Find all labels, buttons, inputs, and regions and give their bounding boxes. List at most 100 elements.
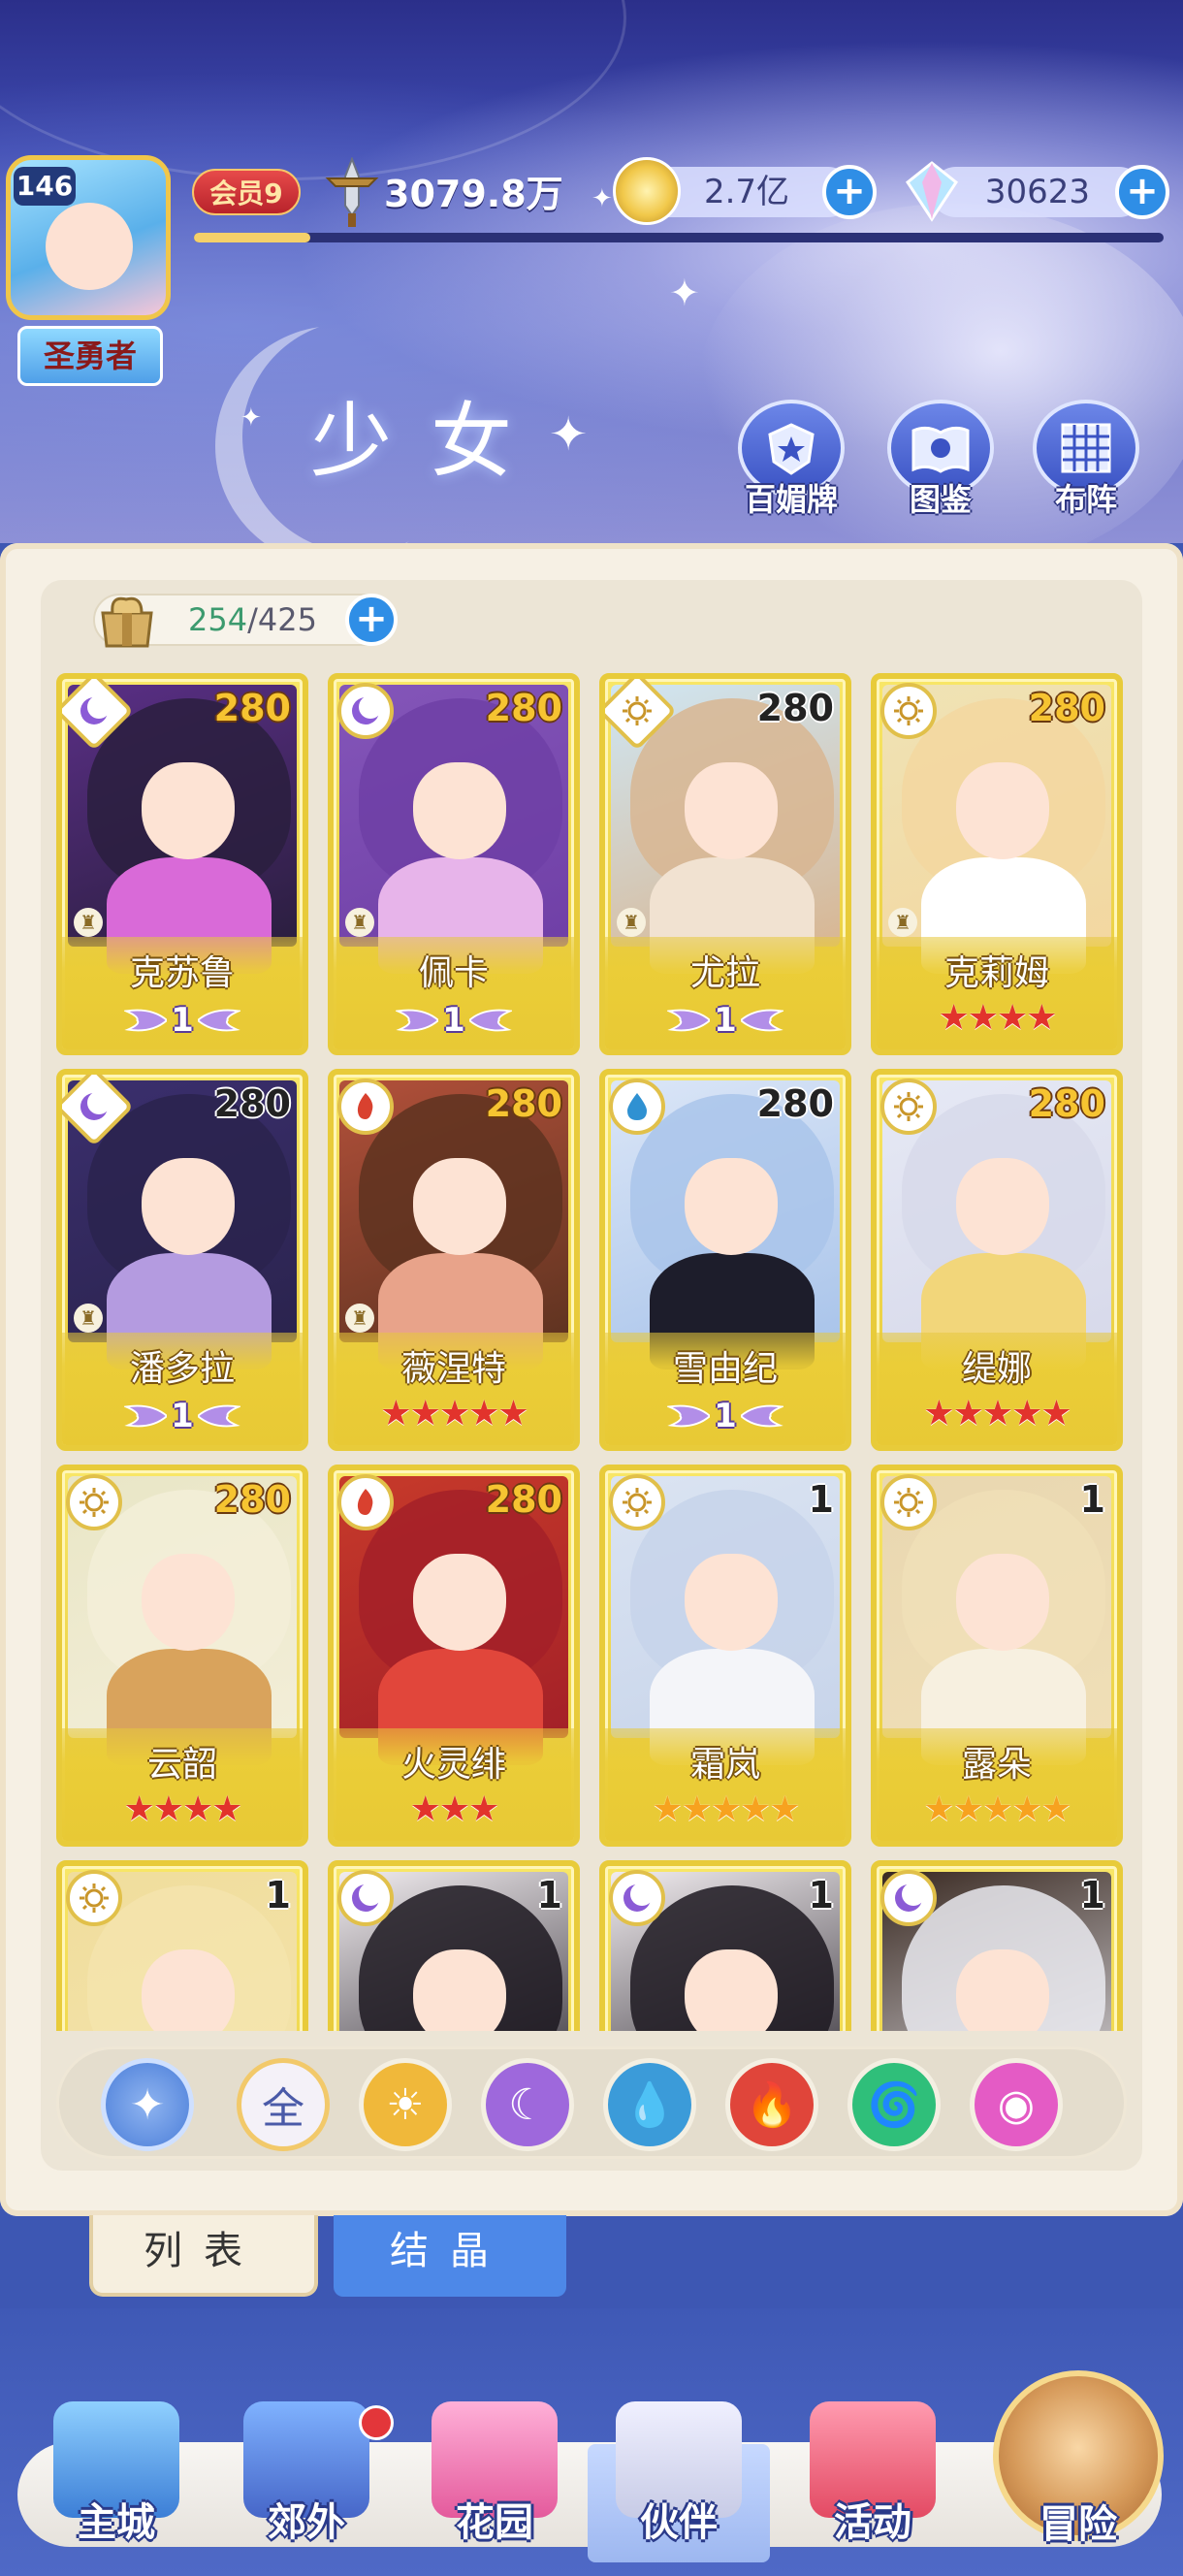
- filter-sun-button[interactable]: ☀: [359, 2058, 452, 2151]
- partner-card[interactable]: 280 缇娜 ★★★★★: [871, 1069, 1123, 1451]
- partner-card[interactable]: 280 ♜ 薇涅特 ★★★★★: [328, 1069, 580, 1451]
- nav-portal[interactable]: 郊外: [219, 2401, 394, 2557]
- avatar-face: [46, 203, 133, 290]
- partner-card[interactable]: 280 ♜ 克莉姆 ★★★★: [871, 673, 1123, 1055]
- filter-fire-button[interactable]: 🔥: [725, 2058, 818, 2151]
- portrait-face: [142, 1554, 235, 1651]
- player-title-badge[interactable]: 圣勇者: [17, 326, 163, 386]
- star-icon: ★: [952, 1789, 984, 1829]
- partner-card[interactable]: 1 露朵 ★★★★★: [871, 1465, 1123, 1847]
- nav-label: 郊外: [268, 2500, 345, 2545]
- awaken-wing-rank: 1: [667, 1001, 783, 1040]
- awaken-rank-value: 1: [171, 1397, 194, 1435]
- partner-card[interactable]: 280 雪由纪 1: [599, 1069, 851, 1451]
- add-crystal-button[interactable]: +: [1115, 165, 1169, 219]
- partner-card[interactable]: 1: [56, 1860, 308, 2031]
- nav-compass[interactable]: 冒险: [993, 2370, 1164, 2559]
- partner-card[interactable]: 280 ♜ 克苏鲁 1: [56, 673, 308, 1055]
- page-title: 少女: [310, 394, 552, 489]
- portrait-face: [413, 1158, 506, 1255]
- star-icon: ★: [1040, 1789, 1071, 1829]
- wing-right-icon: [740, 1009, 783, 1032]
- awaken-rank-value: 1: [714, 1001, 737, 1040]
- portrait-face: [956, 1949, 1049, 2031]
- moon-icon: ☾: [508, 2079, 547, 2130]
- portrait-face: [413, 1554, 506, 1651]
- nav-partner-avatar[interactable]: 伙伴: [588, 2401, 770, 2562]
- moon-element-icon: [880, 1870, 937, 1926]
- partner-level: 1: [265, 1874, 291, 1916]
- awaken-rank-value: 1: [171, 1001, 194, 1040]
- partner-card[interactable]: 280 ♜ 尤拉 1: [599, 673, 851, 1055]
- nav-heart[interactable]: 花园: [407, 2401, 582, 2557]
- nav-gift[interactable]: 活动: [785, 2401, 960, 2557]
- inventory-total-count: /425: [247, 601, 317, 638]
- partner-card[interactable]: 1 霜岚 ★★★★★: [599, 1465, 851, 1847]
- star-icon: ★: [952, 1394, 984, 1433]
- partner-card[interactable]: 280 ♜ 佩卡 1: [328, 673, 580, 1055]
- filter-wind-button[interactable]: ✦: [101, 2058, 194, 2151]
- filter-all-button[interactable]: 全: [237, 2058, 330, 2151]
- filter-void-button[interactable]: ◉: [970, 2058, 1063, 2151]
- fire-element-icon: [337, 1079, 394, 1135]
- partner-card[interactable]: 1: [871, 1860, 1123, 2031]
- wind-icon: ✦: [129, 2079, 166, 2130]
- tab-list[interactable]: 列表: [89, 2215, 318, 2297]
- partner-name: 薇涅特: [400, 1349, 506, 1389]
- filter-tornado-button[interactable]: 🌀: [847, 2058, 941, 2151]
- partner-level: 1: [1079, 1478, 1105, 1521]
- star-icon: ★: [1040, 1394, 1071, 1433]
- moon-element-icon: [609, 1870, 665, 1926]
- filter-moon-button[interactable]: ☾: [481, 2058, 574, 2151]
- partner-card[interactable]: 1: [599, 1860, 851, 2031]
- awaken-wing-rank: 1: [124, 1001, 240, 1040]
- partner-card[interactable]: 280 ♜ 潘多拉 1: [56, 1069, 308, 1451]
- sun-element-icon: [66, 1870, 122, 1926]
- partner-level: 1: [1079, 1874, 1105, 1916]
- add-gold-button[interactable]: +: [822, 165, 877, 219]
- collection-cards-button[interactable]: 百媚牌: [733, 400, 849, 520]
- player-level-badge: 146: [14, 167, 76, 206]
- partner-card[interactable]: 280 火灵绯 ★★★: [328, 1465, 580, 1847]
- partner-name: 尤拉: [689, 953, 760, 993]
- star-icon: ★: [652, 1789, 683, 1829]
- star-icon: ★: [981, 1789, 1013, 1829]
- star-rating: ★★★★★: [334, 1394, 574, 1433]
- formation-button[interactable]: 布阵: [1028, 400, 1144, 520]
- nav-label: 冒险: [1039, 2502, 1117, 2547]
- partner-name: 火灵绯: [400, 1745, 506, 1785]
- star-icon: ★: [409, 1789, 441, 1829]
- partner-level: 280: [213, 1478, 291, 1521]
- illustrated-handbook-button[interactable]: 图鉴: [882, 400, 999, 520]
- star-icon: ★: [182, 1789, 213, 1829]
- partner-card[interactable]: 1: [328, 1860, 580, 2031]
- filter-water-button[interactable]: 💧: [603, 2058, 696, 2151]
- star-rating: ★★★★: [877, 998, 1117, 1038]
- crystal-gem-icon: [905, 161, 959, 222]
- star-icon: ★: [1026, 998, 1057, 1038]
- star-icon: ★: [923, 1394, 954, 1433]
- nav-label: 伙伴: [640, 2500, 718, 2545]
- sparkle-icon: ✦: [669, 272, 700, 314]
- tab-crystal[interactable]: 结晶: [334, 2215, 566, 2297]
- star-icon: ★: [681, 1789, 713, 1829]
- portrait-face: [142, 762, 235, 859]
- partner-card[interactable]: 280 云韶 ★★★★: [56, 1465, 308, 1847]
- star-rating: ★★★★★: [877, 1394, 1117, 1433]
- collection-cards-label: 百媚牌: [744, 481, 838, 518]
- partner-level: 280: [756, 1082, 834, 1125]
- partner-card-grid: 280 ♜ 克苏鲁 1 280 ♜ 佩卡 1 280 ♜ 尤拉 1 280 ♜: [56, 673, 1127, 2031]
- expand-inventory-button[interactable]: +: [345, 594, 398, 646]
- portrait-face: [956, 762, 1049, 859]
- star-icon: ★: [967, 998, 999, 1038]
- star-icon: ★: [1011, 1394, 1042, 1433]
- gold-coin-icon: [613, 157, 681, 225]
- vip-badge[interactable]: 会员9: [192, 169, 301, 215]
- chess-piece-icon: ♜: [888, 908, 917, 937]
- star-icon: ★: [740, 1789, 771, 1829]
- partner-level: 280: [485, 687, 562, 729]
- nav-castle[interactable]: 主城: [29, 2401, 204, 2557]
- awaken-rank-value: 1: [714, 1397, 737, 1435]
- star-icon: ★: [123, 1789, 154, 1829]
- exp-progress-fill: [194, 233, 310, 242]
